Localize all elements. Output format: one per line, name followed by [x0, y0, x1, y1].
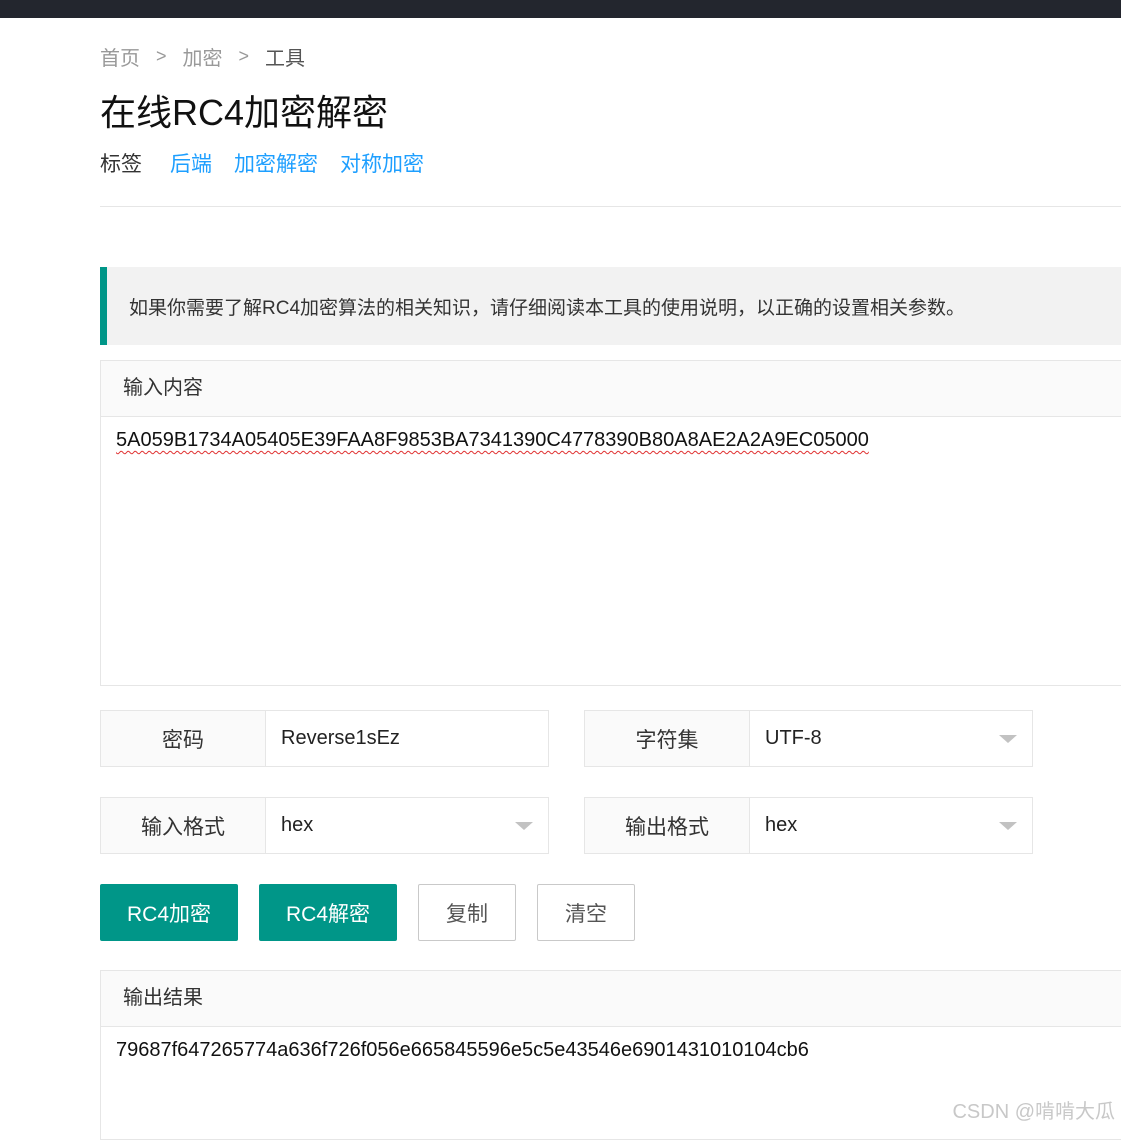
tag-list: 标签 后端 加密解密 对称加密 — [100, 148, 446, 178]
rc4-decrypt-button[interactable]: RC4解密 — [259, 884, 397, 941]
tag-symmetric-encryption[interactable]: 对称加密 — [340, 148, 424, 178]
output-panel-header: 输出结果 — [101, 971, 1121, 1027]
page-title: 在线RC4加密解密 — [100, 84, 388, 136]
chevron-down-icon — [515, 822, 533, 830]
rc4-encrypt-button[interactable]: RC4加密 — [100, 884, 238, 941]
breadcrumb-current[interactable]: 工具 — [265, 42, 305, 71]
breadcrumb-separator: > — [156, 46, 167, 67]
key-label: 密码 — [101, 711, 266, 766]
copy-button[interactable]: 复制 — [418, 884, 516, 941]
divider — [100, 206, 1121, 207]
output-text: 79687f647265774a636f726f056e665845596e5c… — [116, 1039, 809, 1061]
output-format-value: hex — [765, 814, 797, 837]
chevron-down-icon — [999, 735, 1017, 743]
input-format-field: 输入格式 hex — [100, 797, 549, 854]
usage-notice: 如果你需要了解RC4加密算法的相关知识，请仔细阅读本工具的使用说明，以正确的设置… — [100, 267, 1121, 345]
top-navigation-bar — [0, 0, 1121, 18]
usage-notice-text: 如果你需要了解RC4加密算法的相关知识，请仔细阅读本工具的使用说明，以正确的设置… — [129, 293, 965, 320]
chevron-down-icon — [999, 822, 1017, 830]
charset-value: UTF-8 — [765, 727, 822, 750]
input-format-label: 输入格式 — [101, 798, 266, 853]
input-panel: 输入内容 5A059B1734A05405E39FAA8F9853BA73413… — [100, 360, 1121, 686]
input-panel-header: 输入内容 — [101, 361, 1121, 417]
output-textarea[interactable]: 79687f647265774a636f726f056e665845596e5c… — [101, 1027, 1121, 1074]
breadcrumb-category-link[interactable]: 加密 — [183, 42, 223, 71]
charset-label: 字符集 — [585, 711, 750, 766]
tag-backend[interactable]: 后端 — [170, 148, 212, 178]
input-textarea[interactable]: 5A059B1734A05405E39FAA8F9853BA7341390C47… — [101, 417, 1121, 464]
output-format-label: 输出格式 — [585, 798, 750, 853]
charset-select[interactable]: UTF-8 — [750, 711, 1032, 766]
input-text: 5A059B1734A05405E39FAA8F9853BA7341390C47… — [116, 429, 869, 451]
key-value: Reverse1sEz — [281, 727, 400, 750]
key-field: 密码 Reverse1sEz — [100, 710, 549, 767]
charset-field: 字符集 UTF-8 — [584, 710, 1033, 767]
tag-encryption-decryption[interactable]: 加密解密 — [234, 148, 318, 178]
breadcrumb-home-link[interactable]: 首页 — [100, 42, 140, 71]
breadcrumb-separator: > — [239, 46, 250, 67]
clear-button[interactable]: 清空 — [537, 884, 635, 941]
watermark: CSDN @啃啃大瓜 — [952, 1095, 1115, 1124]
output-format-select[interactable]: hex — [750, 798, 1032, 853]
output-format-field: 输出格式 hex — [584, 797, 1033, 854]
tags-label: 标签 — [100, 148, 142, 178]
input-format-select[interactable]: hex — [266, 798, 548, 853]
key-input[interactable]: Reverse1sEz — [266, 711, 548, 766]
input-format-value: hex — [281, 814, 313, 837]
breadcrumb: 首页 > 加密 > 工具 — [100, 42, 305, 71]
